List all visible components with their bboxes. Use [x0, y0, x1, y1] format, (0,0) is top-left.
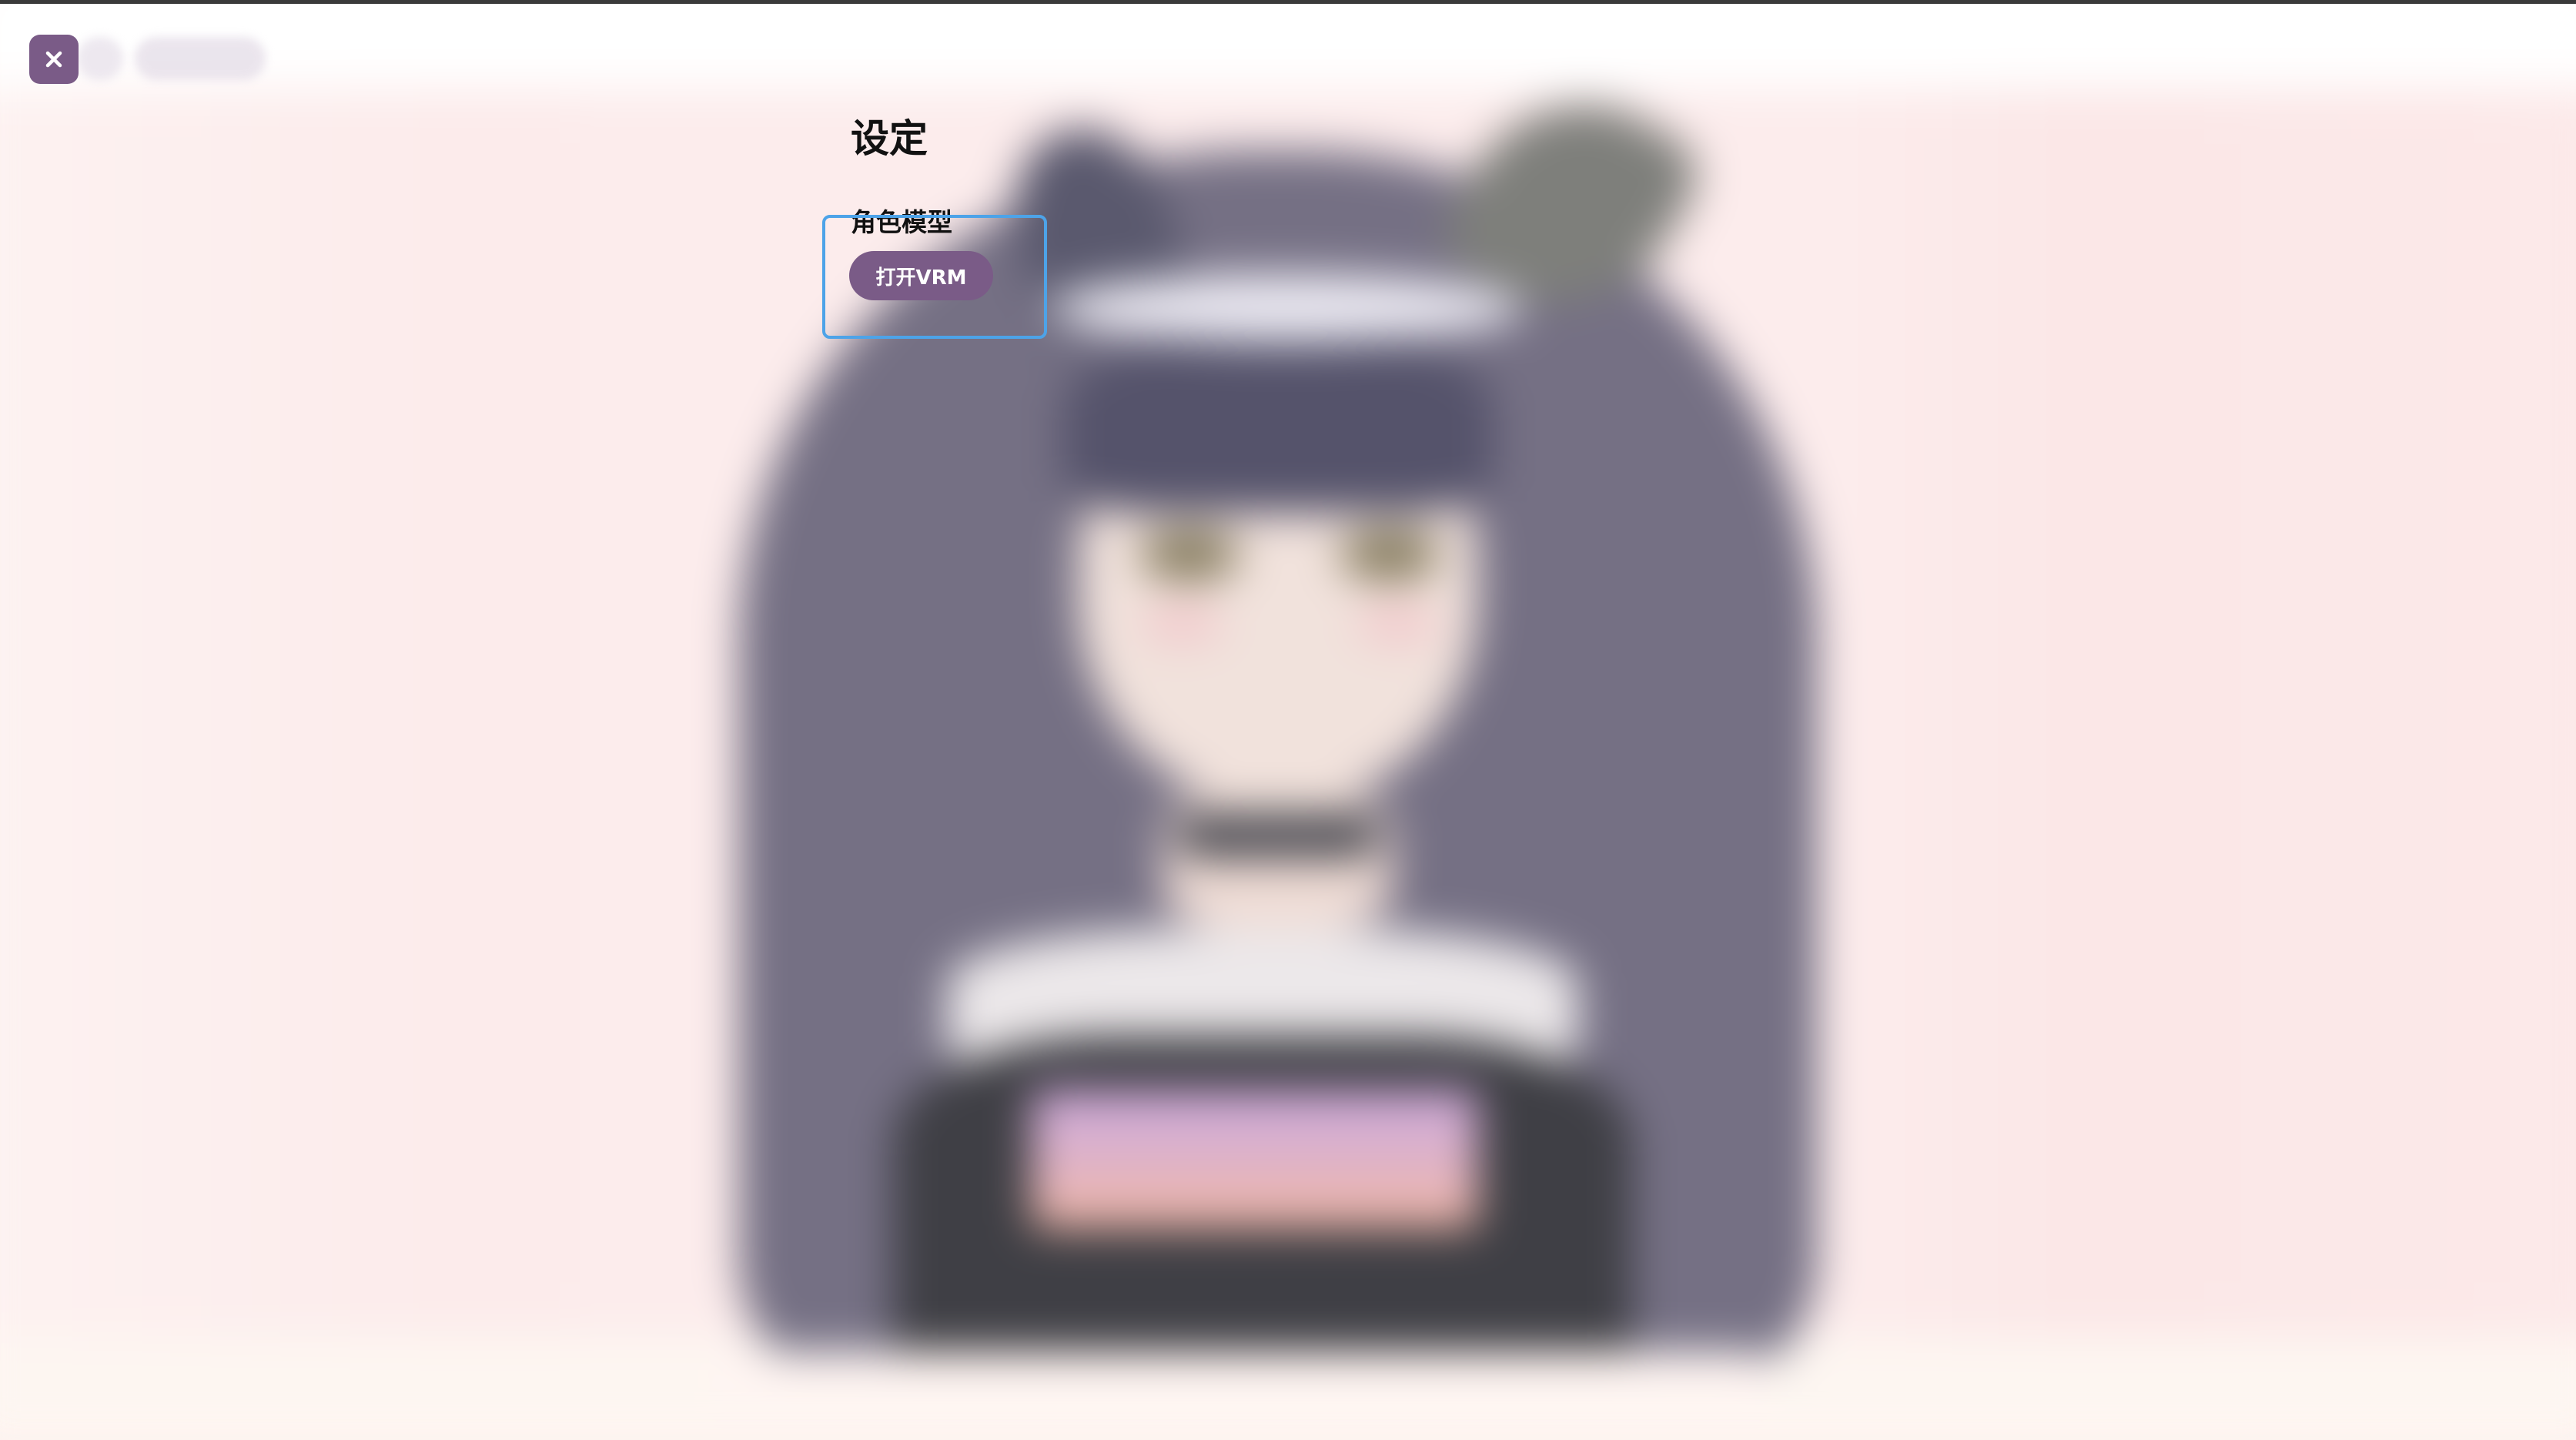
settings-panel: 设定 角色模型 打开VRM: [0, 0, 2576, 1440]
close-icon: [43, 49, 65, 70]
open-vrm-button[interactable]: 打开VRM: [849, 251, 993, 300]
close-settings-button[interactable]: [29, 35, 79, 84]
settings-title: 设定: [851, 116, 928, 161]
